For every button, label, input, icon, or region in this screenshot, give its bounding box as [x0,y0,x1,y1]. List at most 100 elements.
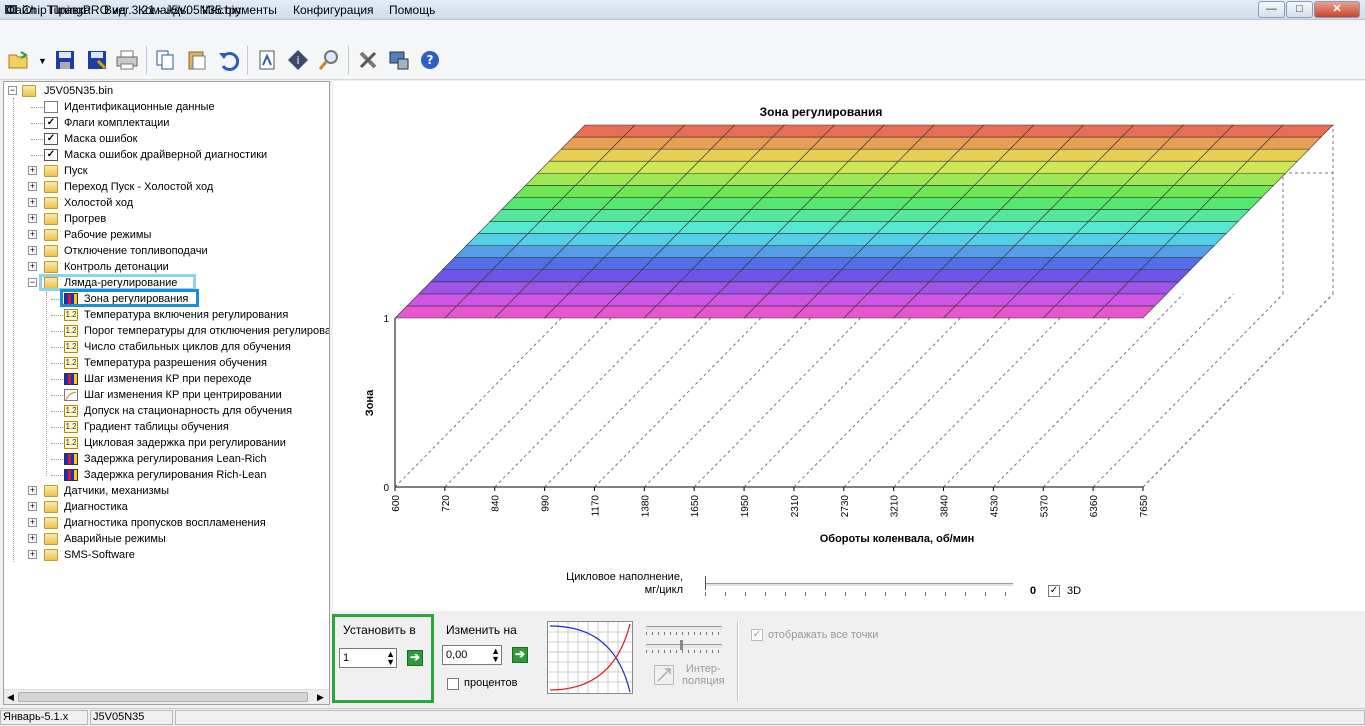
save-icon[interactable] [52,47,78,73]
3d-checkbox[interactable]: ✓ [1048,585,1060,597]
percent-checkbox[interactable] [447,678,459,690]
tree-child-item[interactable]: 1.2 Допуск на стационарность для обучения [4,403,324,419]
expand-toggle[interactable]: − [28,278,37,287]
depth-grid-line [993,293,1184,488]
tree-child-item[interactable]: 1.2 Температура разрешения обучения [4,355,324,371]
expand-toggle[interactable]: + [28,246,37,255]
menu-help[interactable]: Помощь [389,3,435,17]
svg-text:?: ? [427,53,434,67]
tree-item[interactable]: + Отключение топливоподачи [4,243,324,259]
tree-item[interactable]: + Пуск [4,163,324,179]
copy-icon[interactable] [152,47,178,73]
tree-child-item[interactable]: Задержка регулирования Rich-Lean [4,467,324,483]
report-icon[interactable] [254,47,280,73]
number-icon: 1.2 [64,341,78,353]
open-icon[interactable] [6,47,32,73]
interpolation-button-label[interactable]: Интер-поляция [682,663,725,687]
tree-child-item[interactable]: 1.2 Градиент таблицы обучения [4,419,324,435]
help-icon[interactable]: ? [417,47,443,73]
maximize-button[interactable]: □ [1286,1,1313,18]
tree-root[interactable]: − J5V05N35.bin [4,83,324,99]
scroll-right-icon[interactable]: ▶ [317,692,324,703]
menu-commands[interactable]: Команды [138,3,189,17]
depth-grid-line [444,293,636,488]
expand-toggle[interactable]: + [28,550,37,559]
undo-icon[interactable] [215,47,241,73]
tree-horizontal-scrollbar[interactable]: ◀ ▶ [4,689,329,704]
depth-grid-line [394,293,586,488]
tree-child-item[interactable]: Шаг изменения КР при переходе [4,371,324,387]
menu-view[interactable]: Вид [104,3,126,17]
spin-arrows-icon[interactable]: ▲ ▼ [386,650,395,667]
tree-item[interactable]: + Контроль детонации [4,259,324,275]
expand-toggle[interactable]: + [28,502,37,511]
interpolation-curve-preview[interactable] [547,621,633,694]
tree-item[interactable]: + Аварийные режимы [4,531,324,547]
curve-icon [64,389,78,401]
interpolation-icon[interactable] [654,665,674,685]
tree-item[interactable]: + Диагностика пропусков воспламенения [4,515,324,531]
open-dropdown-icon[interactable]: ▼ [38,56,47,66]
fill-slider-thumb[interactable] [705,576,709,590]
tree-child-item[interactable]: Задержка регулирования Lean-Rich [4,451,324,467]
x-tick-label: 1170 [590,495,601,517]
info-icon[interactable]: i [285,47,311,73]
tree-child-item[interactable]: Шаг изменения КР при центрировании [4,387,324,403]
minimize-button[interactable]: — [1258,1,1285,18]
tree-child-item[interactable]: 1.2 Число стабильных циклов для обучения [4,339,324,355]
expand-toggle[interactable]: + [28,166,37,175]
scroll-left-icon[interactable]: ◀ [7,692,14,703]
tree-item[interactable]: Идентификационные данные [4,99,324,115]
x-tick-label: 5370 [1039,495,1050,518]
tree-item[interactable]: + Диагностика [4,499,324,515]
apply-set-button[interactable]: ➔ [407,650,423,666]
expand-toggle[interactable]: + [28,214,37,223]
save-as-icon[interactable] [84,47,110,73]
x-tick-label: 990 [541,495,552,512]
menu-edit[interactable]: Правка [50,3,91,17]
tree-item[interactable]: + Датчики, механизмы [4,483,324,499]
tree-child-item[interactable]: 1.2 Цикловая задержка при регулировании [4,435,324,451]
spin-arrows-icon[interactable]: ▲ ▼ [491,647,500,664]
fill-slider-track[interactable] [705,583,1013,587]
expand-toggle[interactable]: + [28,486,37,495]
interp-slider-2-thumb[interactable] [680,640,683,650]
depth-grid-line [743,293,935,488]
interp-slider-2[interactable] [646,644,722,648]
change-by-spinbox[interactable]: 0,00 ▲ ▼ [442,645,502,665]
tree-item[interactable]: ✓ Флаги комплектации [4,115,324,131]
tree-item[interactable]: + Холостой ход [4,195,324,211]
tree-child-item[interactable]: 1.2 Температура включения регулирования [4,307,324,323]
close-button[interactable]: ✕ [1314,1,1360,18]
tree-item[interactable]: ✓ Маска ошибок [4,131,324,147]
tree-item[interactable]: + Переход Пуск - Холостой ход [4,179,324,195]
chart-area[interactable]: Зона регулирования Зона Обороты коленвал… [333,81,1365,611]
tree-child-item[interactable]: 1.2 Порог температуры для отключения регу… [4,323,329,339]
tree-item[interactable]: + Рабочие режимы [4,227,324,243]
tree-item[interactable]: + SMS-Software [4,547,324,563]
expand-toggle[interactable]: + [28,182,37,191]
x-tick-label: 4530 [989,495,1000,518]
menu-file[interactable]: Файл [6,3,36,17]
search-icon[interactable] [316,47,342,73]
expand-toggle[interactable]: + [28,262,37,271]
scroll-thumb[interactable] [18,692,308,702]
tree-item[interactable]: ✓ Маска ошибок драйверной диагностики [4,147,324,163]
menu-tools[interactable]: Инструменты [202,3,277,17]
tools-icon[interactable] [355,47,381,73]
interp-slider-1[interactable] [646,626,722,630]
expand-toggle[interactable]: + [28,198,37,207]
expand-toggle[interactable]: + [28,230,37,239]
surface-chart[interactable]: Зона регулирования Зона Обороты коленвал… [333,81,1365,551]
tree-panel[interactable]: − J5V05N35.bin Идентификационные данные ✓… [3,81,330,705]
connect-icon[interactable] [386,47,412,73]
print-icon[interactable] [114,47,140,73]
apply-change-button[interactable]: ➔ [512,647,528,663]
menu-configuration[interactable]: Конфигурация [293,3,374,17]
show-all-points-checkbox[interactable]: ✓ [751,629,763,641]
tree-item[interactable]: + Прогрев [4,211,324,227]
expand-toggle[interactable]: + [28,518,37,527]
paste-icon[interactable] [184,47,210,73]
set-value-spinbox[interactable]: 1 ▲ ▼ [339,648,397,668]
expand-toggle[interactable]: + [28,534,37,543]
